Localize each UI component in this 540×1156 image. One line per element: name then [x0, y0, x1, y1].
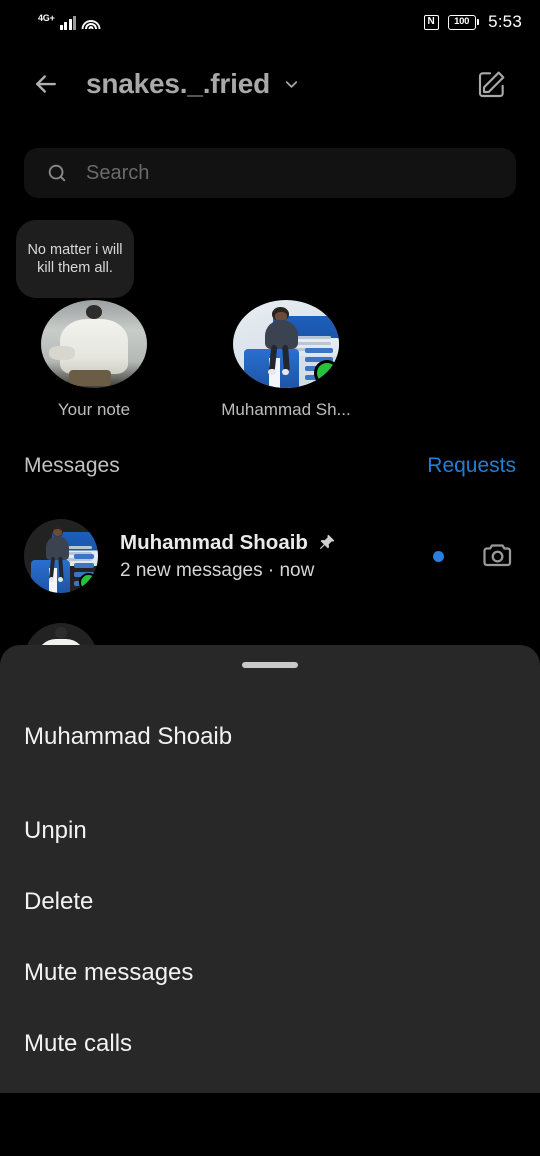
clock-label: 5:53	[488, 12, 522, 31]
pin-icon	[319, 534, 335, 550]
avatar[interactable]	[24, 519, 98, 593]
account-switcher[interactable]: snakes._.fried	[86, 68, 301, 100]
note-item-muhammad-sh[interactable]: Muhammad Sh...	[216, 220, 356, 420]
online-status-dot	[79, 573, 98, 592]
back-button[interactable]	[24, 62, 68, 106]
chat-row-actions	[433, 538, 516, 574]
back-arrow-icon	[36, 75, 56, 93]
online-status-dot	[314, 360, 339, 386]
nfc-icon: N	[423, 14, 439, 30]
note-label: Your note	[57, 400, 131, 419]
chat-meta: Muhammad Shoaib 2 new messages · now	[120, 531, 433, 582]
muhammad-shoaib-avatar[interactable]	[233, 300, 339, 388]
note-item-your-note[interactable]: No matter i will kill them all. Your not…	[16, 220, 164, 420]
wifi-icon	[81, 15, 101, 30]
bottom-sheet-menu: Unpin Delete Mute messages Mute calls	[0, 795, 540, 1079]
menu-item-mute-messages[interactable]: Mute messages	[0, 937, 540, 1008]
drag-handle[interactable]	[242, 662, 298, 668]
compose-button[interactable]	[470, 62, 514, 106]
app-header: snakes._.fried	[0, 52, 540, 116]
chevron-down-icon	[285, 80, 298, 88]
messenger-inbox-screen: 4G+ N 100 5:53 snakes._.fried Search No …	[0, 0, 540, 1156]
messages-label: Messages	[24, 454, 120, 477]
system-navigation-bar	[0, 1093, 540, 1156]
status-bar-right: N 100 5:53	[423, 12, 522, 32]
search-input[interactable]: Search	[86, 162, 149, 185]
menu-item-mute-calls[interactable]: Mute calls	[0, 1008, 540, 1079]
preview-separator: ·	[267, 559, 275, 581]
notes-row: No matter i will kill them all. Your not…	[0, 220, 540, 420]
battery-level-label: 100	[454, 16, 470, 28]
compose-icon	[478, 71, 505, 98]
menu-item-delete[interactable]: Delete	[0, 866, 540, 937]
requests-link[interactable]: Requests	[427, 454, 516, 478]
cellular-signal-icon	[59, 15, 77, 30]
search-icon	[48, 164, 66, 182]
battery-icon: 100	[447, 14, 480, 30]
messages-section-header: Messages Requests	[0, 448, 540, 484]
status-bar: 4G+ N 100 5:53	[0, 0, 540, 44]
chat-list-item-muhammad-shoaib[interactable]: Muhammad Shoaib 2 new messages · now	[0, 504, 540, 608]
note-bubble[interactable]: No matter i will kill them all.	[16, 220, 134, 298]
menu-item-unpin[interactable]: Unpin	[0, 795, 540, 866]
note-label: Muhammad Sh...	[221, 400, 351, 419]
chat-timestamp: now	[279, 559, 315, 581]
chat-name: Muhammad Shoaib	[120, 530, 308, 554]
page-title: snakes._.fried	[86, 68, 270, 99]
bottom-sheet-title: Muhammad Shoaib	[24, 723, 233, 750]
search-bar[interactable]: Search	[24, 148, 516, 198]
camera-icon[interactable]	[480, 538, 516, 574]
chat-preview: 2 new messages	[120, 559, 263, 581]
chat-preview-line: 2 new messages · now	[120, 560, 433, 582]
unread-dot	[433, 550, 444, 562]
your-note-avatar[interactable]	[41, 300, 147, 388]
status-bar-left: 4G+	[38, 12, 101, 30]
network-type-label: 4G+	[38, 12, 55, 23]
